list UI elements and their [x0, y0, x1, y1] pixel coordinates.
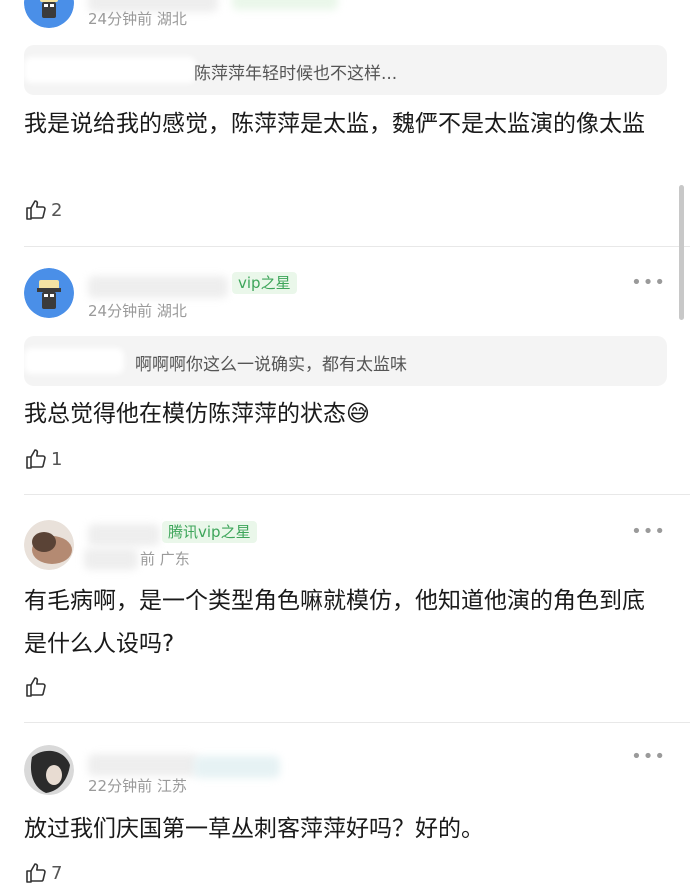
more-options-icon[interactable]: •••	[631, 746, 666, 767]
scrollbar[interactable]	[679, 185, 684, 320]
comment-divider	[24, 246, 690, 247]
thumbs-up-icon	[26, 449, 46, 469]
quoted-reply-text: 陈萍萍年轻时候也不这样...	[194, 64, 398, 84]
quoted-username-blurred	[24, 57, 196, 83]
robot-avatar-icon[interactable]	[24, 0, 74, 28]
thumbs-up-icon	[26, 200, 46, 220]
comment-meta: 24分钟前 湖北	[88, 10, 187, 28]
thumbs-up-icon	[26, 677, 46, 697]
dark-photo-avatar-icon[interactable]	[24, 745, 74, 795]
comment-body: 有毛病啊，是一个类型角色嘛就模仿，他知道他演的角色到底是什么人设吗?	[24, 588, 645, 657]
thumbs-up-icon	[26, 863, 46, 883]
username-blurred	[88, 524, 160, 546]
photo-avatar-icon[interactable]	[24, 520, 74, 570]
comment-body: 放过我们庆国第一草丛刺客萍萍好吗？好的。	[24, 816, 484, 842]
comment-body: 我是说给我的感觉，陈萍萍是太监，魏俨不是太监演的像太监	[24, 111, 645, 137]
quoted-reply[interactable]: 陈萍萍年轻时候也不这样...	[24, 45, 667, 95]
like-button[interactable]: 1	[24, 444, 62, 474]
meta-blurred	[84, 548, 138, 570]
username-blurred	[88, 276, 228, 298]
like-button[interactable]: 2	[24, 195, 62, 225]
username-blurred	[88, 754, 198, 776]
like-count: 2	[51, 199, 63, 221]
badge-blurred	[194, 756, 280, 778]
badge-blurred	[232, 0, 338, 10]
more-options-icon[interactable]: •••	[631, 521, 666, 542]
quoted-reply-text: 啊啊啊你这么一说确实，都有太监味	[135, 355, 407, 375]
comment-meta: 24分钟前 湖北	[88, 302, 187, 320]
vip-badge: 腾讯vip之星	[162, 521, 257, 543]
comment-body: 我总觉得他在模仿陈萍萍的状态😅	[24, 401, 370, 427]
like-button[interactable]: 7	[24, 858, 62, 888]
quoted-reply[interactable]: 啊啊啊你这么一说确实，都有太监味	[24, 336, 667, 386]
vip-badge: vip之星	[232, 272, 297, 294]
like-count: 7	[51, 862, 63, 884]
quoted-username-blurred	[24, 348, 124, 374]
robot-avatar-icon[interactable]	[24, 268, 74, 318]
like-button[interactable]	[24, 672, 51, 702]
comment-divider	[24, 722, 690, 723]
like-count: 1	[51, 448, 63, 470]
comment-meta: 22分钟前 江苏	[88, 777, 187, 795]
comment-meta: 前 广东	[140, 550, 190, 568]
comment-divider	[24, 494, 690, 495]
more-options-icon[interactable]: •••	[631, 272, 666, 293]
